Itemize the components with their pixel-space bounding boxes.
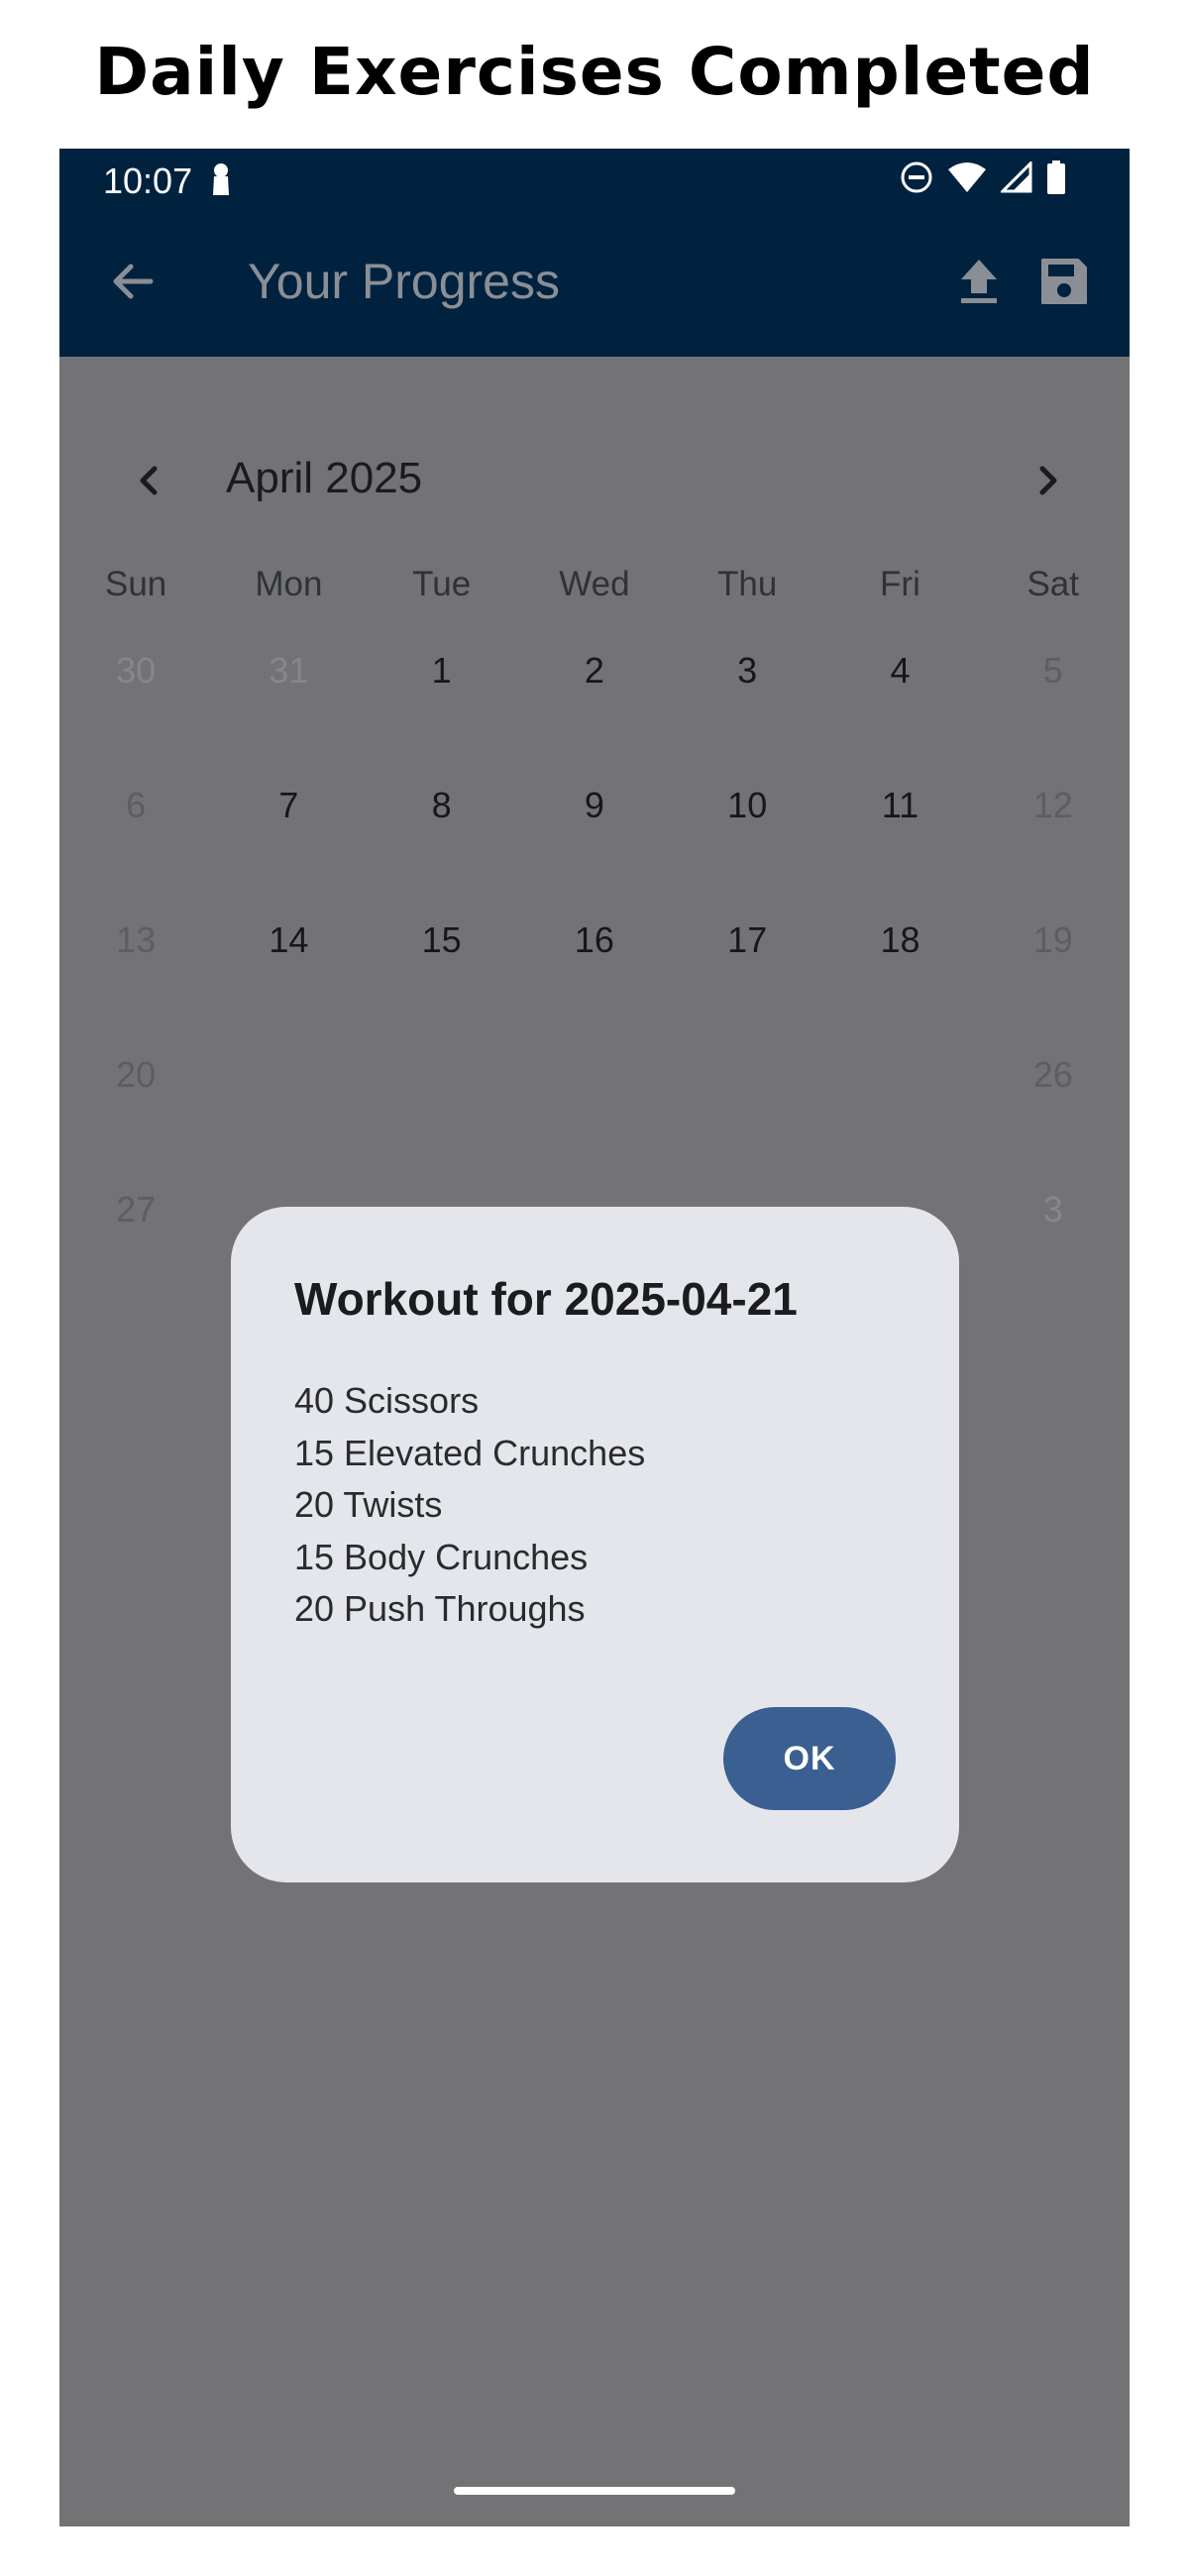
page-title: Your Progress bbox=[248, 254, 560, 309]
calendar-day[interactable]: 19 bbox=[977, 913, 1130, 1048]
status-time: 10:07 bbox=[103, 161, 193, 201]
calendar-day[interactable]: 12 bbox=[977, 779, 1130, 913]
calendar-view: April 2025 Sun Mon Tue Wed Thu Fri Sat 3… bbox=[59, 357, 1130, 2526]
calendar-day[interactable]: 31 bbox=[212, 644, 365, 779]
dnd-icon bbox=[900, 161, 933, 199]
weekday-label: Thu bbox=[717, 565, 778, 603]
calendar-day[interactable]: 14 bbox=[212, 913, 365, 1048]
calendar-day[interactable]: 30 bbox=[59, 644, 212, 779]
weekday-label: Sun bbox=[104, 565, 167, 603]
calendar-day[interactable]: 13 bbox=[59, 913, 212, 1048]
calendar-day[interactable]: 1 bbox=[366, 644, 518, 779]
exercise-item: 15 Body Crunches bbox=[294, 1536, 589, 1577]
weekday-label: Fri bbox=[880, 565, 920, 603]
exercise-item: 20 Twists bbox=[294, 1484, 443, 1525]
exercise-item: 15 Elevated Crunches bbox=[294, 1432, 646, 1473]
calendar-day[interactable] bbox=[671, 1048, 823, 1183]
back-arrow-icon[interactable] bbox=[103, 252, 162, 311]
dialog-title: Workout for 2025-04-21 bbox=[294, 1273, 798, 1325]
signal-icon bbox=[999, 160, 1032, 198]
lock-icon bbox=[210, 162, 232, 201]
calendar-day[interactable]: 17 bbox=[671, 913, 823, 1048]
exercise-item: 20 Push Throughs bbox=[294, 1588, 586, 1629]
calendar-day[interactable] bbox=[823, 1048, 976, 1183]
workout-dialog: Workout for 2025-04-21 40 Scissors 15 El… bbox=[231, 1207, 959, 1882]
calendar-day[interactable]: 3 bbox=[977, 1183, 1130, 1318]
calendar-day[interactable]: 6 bbox=[59, 779, 212, 913]
image-caption: Daily Exercises Completed bbox=[94, 34, 1095, 110]
calendar-day[interactable] bbox=[212, 1048, 365, 1183]
calendar-header: April 2025 bbox=[59, 446, 1130, 515]
calendar-day[interactable]: 7 bbox=[212, 779, 365, 913]
chevron-right-icon[interactable] bbox=[1019, 451, 1078, 510]
ok-button[interactable]: OK bbox=[723, 1707, 896, 1810]
calendar-day[interactable]: 3 bbox=[671, 644, 823, 779]
weekday-label: Wed bbox=[559, 565, 630, 603]
calendar-day[interactable]: 20 bbox=[59, 1048, 212, 1183]
phone-screen: 10:07 Your Progress April 2025 Sun Mon T… bbox=[59, 149, 1130, 2526]
wifi-icon bbox=[947, 161, 987, 198]
month-label: April 2025 bbox=[226, 454, 423, 502]
upload-icon[interactable] bbox=[949, 252, 1009, 311]
calendar-day[interactable] bbox=[366, 1048, 518, 1183]
calendar-day[interactable]: 11 bbox=[823, 779, 976, 913]
app-bar: Your Progress bbox=[59, 208, 1130, 357]
calendar-day[interactable]: 27 bbox=[59, 1183, 212, 1318]
exercise-list: 40 Scissors 15 Elevated Crunches 20 Twis… bbox=[294, 1375, 645, 1636]
weekday-label: Tue bbox=[412, 565, 472, 603]
calendar-day[interactable] bbox=[518, 1048, 671, 1183]
calendar-day[interactable]: 16 bbox=[518, 913, 671, 1048]
status-bar: 10:07 bbox=[59, 149, 1130, 208]
calendar-day[interactable]: 2 bbox=[518, 644, 671, 779]
calendar-day[interactable]: 5 bbox=[977, 644, 1130, 779]
calendar-day[interactable]: 18 bbox=[823, 913, 976, 1048]
calendar-day[interactable]: 10 bbox=[671, 779, 823, 913]
calendar-day[interactable]: 4 bbox=[823, 644, 976, 779]
home-indicator[interactable] bbox=[454, 2487, 735, 2495]
exercise-item: 40 Scissors bbox=[294, 1380, 480, 1421]
chevron-left-icon[interactable] bbox=[119, 451, 178, 510]
battery-icon bbox=[1046, 161, 1066, 199]
calendar-day[interactable]: 15 bbox=[366, 913, 518, 1048]
weekday-row: Sun Mon Tue Wed Thu Fri Sat bbox=[59, 565, 1130, 624]
weekday-label: Mon bbox=[255, 565, 323, 603]
save-icon[interactable] bbox=[1034, 252, 1094, 311]
calendar-day[interactable]: 8 bbox=[366, 779, 518, 913]
weekday-label: Sat bbox=[1027, 565, 1079, 603]
calendar-day[interactable]: 26 bbox=[977, 1048, 1130, 1183]
calendar-day[interactable]: 9 bbox=[518, 779, 671, 913]
